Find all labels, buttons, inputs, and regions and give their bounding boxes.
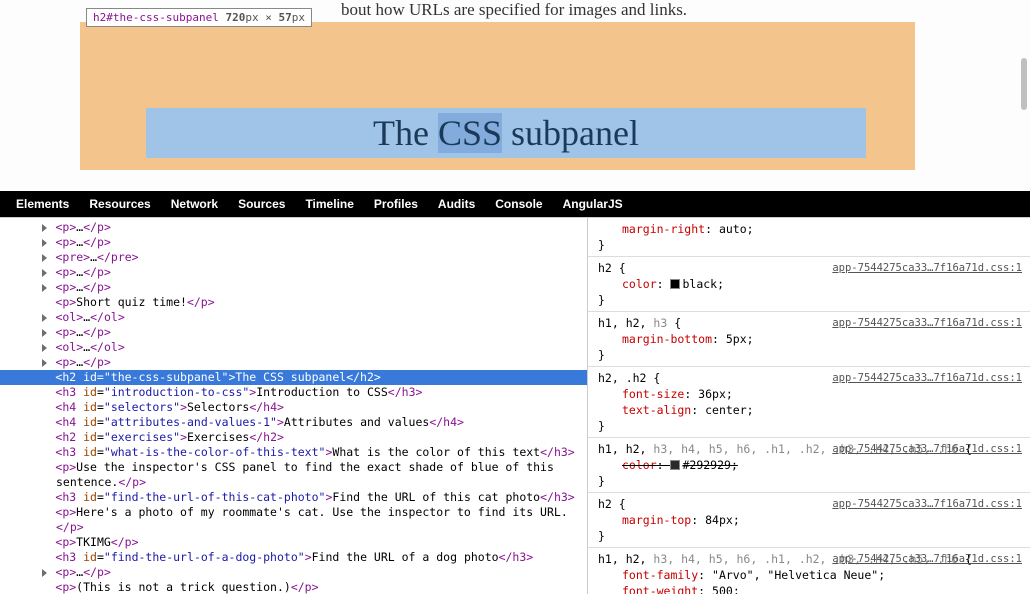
dom-node[interactable]: <p>…</p> (0, 325, 587, 340)
dom-node[interactable]: <h4 id="attributes-and-values-1">Attribu… (0, 415, 587, 430)
css-rule[interactable]: app-7544275ca33…7f16a71d.css:1 h1, h2, h… (588, 438, 1030, 493)
source-link[interactable]: app-7544275ca33…7f16a71d.css:1 (832, 260, 1022, 276)
page-scrollbar[interactable] (1020, 6, 1028, 184)
tab-audits[interactable]: Audits (428, 191, 485, 217)
color-swatch[interactable] (670, 460, 680, 470)
styles-panel[interactable]: margin-right: auto; } app-7544275ca33…7f… (587, 218, 1030, 594)
tab-resources[interactable]: Resources (79, 191, 160, 217)
dom-node[interactable]: <p>Here's a photo of my roommate's cat. … (0, 505, 587, 535)
css-rule[interactable]: app-7544275ca33…7f16a71d.css:1 h1, h2, h… (588, 548, 1030, 594)
highlight-content: The CSS subpanel (146, 108, 866, 158)
inspected-heading: The CSS subpanel (373, 112, 639, 154)
source-link[interactable]: app-7544275ca33…7f16a71d.css:1 (832, 315, 1022, 331)
dom-node[interactable]: <h4 id="selectors">Selectors</h4> (0, 400, 587, 415)
tab-timeline[interactable]: Timeline (295, 191, 363, 217)
dom-node[interactable]: <h2 id="exercises">Exercises</h2> (0, 430, 587, 445)
source-link[interactable]: app-7544275ca33…7f16a71d.css:1 (832, 370, 1022, 386)
dom-node-selected[interactable]: <h2 id="the-css-subpanel">The CSS subpan… (0, 370, 587, 385)
tab-console[interactable]: Console (485, 191, 552, 217)
dom-node[interactable]: <p>TKIMG</p> (0, 535, 587, 550)
dom-node[interactable]: <h3 id="find-the-url-of-this-cat-photo">… (0, 490, 587, 505)
tooltip-selector: h2#the-css-subpanel (93, 11, 219, 24)
dom-node[interactable]: <p>Use the inspector's CSS panel to find… (0, 460, 587, 490)
css-rule[interactable]: app-7544275ca33…7f16a71d.css:1 h1, h2, h… (588, 312, 1030, 367)
dom-node[interactable]: <h3 id="what-is-the-color-of-this-text">… (0, 445, 587, 460)
dom-node[interactable]: <p>…</p> (0, 235, 587, 250)
tab-sources[interactable]: Sources (228, 191, 295, 217)
tab-elements[interactable]: Elements (6, 191, 79, 217)
devtools-panels: <p>…</p> <p>…</p> <pre>…</pre> <p>…</p> … (0, 217, 1030, 594)
dom-node[interactable]: <h3 id="find-the-url-of-a-dog-photo">Fin… (0, 550, 587, 565)
color-swatch[interactable] (670, 279, 680, 289)
dom-node[interactable]: <p>…</p> (0, 265, 587, 280)
css-rule[interactable]: app-7544275ca33…7f16a71d.css:1 h2 { marg… (588, 493, 1030, 548)
tab-profiles[interactable]: Profiles (364, 191, 428, 217)
dom-node[interactable]: <p>…</p> (0, 565, 587, 580)
dom-node[interactable]: <ol>…</ol> (0, 340, 587, 355)
source-link[interactable]: app-7544275ca33…7f16a71d.css:1 (832, 551, 1022, 567)
dom-node[interactable]: <h3 id="introduction-to-css">Introductio… (0, 385, 587, 400)
tab-angular[interactable]: AngularJS (553, 191, 633, 217)
source-link[interactable]: app-7544275ca33…7f16a71d.css:1 (832, 496, 1022, 512)
dom-node[interactable]: <p>…</p> (0, 355, 587, 370)
dom-tree[interactable]: <p>…</p> <p>…</p> <pre>…</pre> <p>…</p> … (0, 218, 587, 594)
css-rule[interactable]: margin-right: auto; } (588, 218, 1030, 257)
dom-node[interactable]: <p>(This is not a trick question.)</p> (0, 580, 587, 594)
tab-network[interactable]: Network (161, 191, 228, 217)
css-rule[interactable]: app-7544275ca33…7f16a71d.css:1 h2 { colo… (588, 257, 1030, 312)
dom-node[interactable]: <pre>…</pre> (0, 250, 587, 265)
devtools-toolbar: Elements Resources Network Sources Timel… (0, 191, 1030, 217)
dom-node[interactable]: <p>Short quiz time!</p> (0, 295, 587, 310)
dom-node[interactable]: <p>…</p> (0, 280, 587, 295)
dom-node[interactable]: <ol>…</ol> (0, 310, 587, 325)
element-tooltip: h2#the-css-subpanel 720px × 57px (86, 8, 312, 27)
dom-node[interactable]: <p>…</p> (0, 220, 587, 235)
css-rule[interactable]: app-7544275ca33…7f16a71d.css:1 h2, .h2 {… (588, 367, 1030, 438)
page-preview: xxxxxxxxxxxxxxxxxxxxxxxxxxxxxxbout how U… (0, 0, 1030, 191)
source-link[interactable]: app-7544275ca33…7f16a71d.css:1 (832, 441, 1022, 457)
